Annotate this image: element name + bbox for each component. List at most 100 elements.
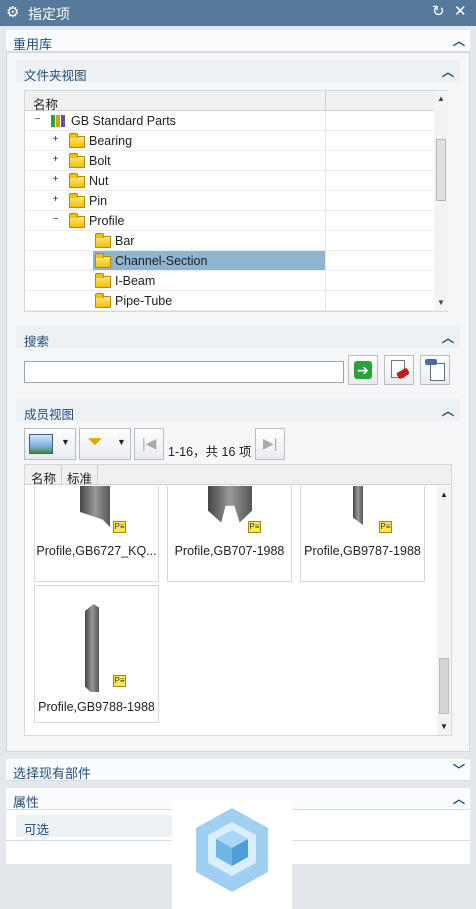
member-caption: Profile,GB9787-1988: [304, 544, 421, 558]
scroll-down-icon[interactable]: ▼: [437, 298, 445, 307]
member-card[interactable]: P≡ Profile,GB707-1988: [167, 486, 292, 582]
tree-row[interactable]: + Bearing: [25, 131, 434, 151]
tree-label: Channel-Section: [115, 254, 208, 268]
expand-icon[interactable]: +: [51, 155, 60, 165]
member-caption: Profile,GB707-1988: [174, 544, 285, 558]
arrow-right-icon: ➔: [354, 361, 372, 379]
properties-label: 属性: [13, 795, 40, 810]
advanced-search-button[interactable]: [384, 355, 414, 385]
chevron-up-icon[interactable]: ︿: [442, 402, 454, 419]
watermark-logo: [172, 800, 292, 909]
part-tag-icon: P≡: [113, 675, 126, 687]
folder-icon: [69, 173, 85, 189]
search-header[interactable]: 搜索 ︿: [16, 326, 460, 349]
tool-icon: [425, 359, 437, 365]
page-next-icon: ▶|: [263, 435, 278, 451]
tree-row[interactable]: I-Beam: [25, 271, 434, 291]
thumbnail-view-icon: [29, 434, 53, 454]
column-divider: [325, 171, 326, 191]
tree-scrollbar[interactable]: ▲ ▼: [434, 91, 448, 311]
part-tag-icon: P≡: [248, 521, 261, 533]
member-card[interactable]: P≡ Profile,GB9787-1988: [300, 486, 425, 582]
channel-section-thumbnail: [353, 486, 363, 525]
scroll-down-icon[interactable]: ▼: [440, 722, 448, 731]
column-divider: [325, 271, 326, 291]
search-label: 搜索: [24, 335, 50, 349]
member-column-name[interactable]: 名称: [31, 468, 56, 487]
pager-text: 1-16，共 16 项: [168, 445, 252, 459]
folder-icon: [95, 273, 111, 289]
next-page-button[interactable]: ▶|: [255, 428, 285, 460]
collapse-icon[interactable]: −: [33, 115, 42, 125]
scrollbar-thumb[interactable]: [436, 139, 446, 201]
column-divider: [325, 231, 326, 251]
member-column-standard[interactable]: 标准: [67, 468, 92, 487]
folder-view-label: 文件夹视图: [24, 69, 87, 83]
tree-row[interactable]: Channel-Section: [25, 251, 434, 271]
reset-icon[interactable]: ↻: [432, 2, 445, 20]
tree-row[interactable]: + Bolt: [25, 151, 434, 171]
scroll-up-icon[interactable]: ▲: [440, 490, 448, 499]
library-books-icon: [51, 115, 65, 130]
expand-icon[interactable]: +: [51, 175, 60, 185]
part-tag-icon: P≡: [113, 521, 126, 533]
member-card[interactable]: P≡ Profile,GB9788-1988: [34, 585, 159, 723]
member-view-header[interactable]: 成员视图 ︿: [16, 399, 460, 422]
gear-icon[interactable]: ⚙: [6, 3, 19, 21]
channel-section-thumbnail: [80, 486, 110, 527]
member-caption: Profile,GB9788-1988: [38, 700, 155, 714]
select-existing-header[interactable]: 选择现有部件 ﹀: [6, 759, 470, 781]
column-divider: [325, 91, 326, 111]
folder-icon: [69, 133, 85, 149]
list-icon: [430, 363, 445, 381]
chevron-up-icon[interactable]: ︿: [453, 790, 465, 807]
previous-page-button[interactable]: |◀: [134, 428, 164, 460]
column-divider: [325, 211, 326, 231]
filter-dropdown[interactable]: ⏷ ▼: [79, 428, 131, 460]
reuse-library-header[interactable]: 重用库 ︿: [6, 30, 470, 52]
column-divider: [325, 291, 326, 311]
column-divider: [325, 251, 326, 271]
tree-row[interactable]: Pipe-Tube: [25, 291, 434, 311]
expand-icon[interactable]: +: [51, 195, 60, 205]
search-input[interactable]: [24, 361, 344, 383]
view-mode-dropdown[interactable]: ▼: [24, 428, 76, 460]
collapse-icon[interactable]: −: [51, 215, 60, 225]
search-list-button[interactable]: [420, 355, 450, 385]
channel-section-thumbnail: [85, 604, 99, 692]
tree-label: GB Standard Parts: [71, 114, 176, 128]
chevron-up-icon[interactable]: ︿: [442, 63, 454, 80]
tree-row[interactable]: − Profile: [25, 211, 434, 231]
select-existing-label: 选择现有部件: [13, 766, 92, 781]
chevron-up-icon[interactable]: ︿: [442, 329, 454, 346]
search-go-button[interactable]: ➔: [348, 355, 378, 385]
folder-tree[interactable]: 名称 ▲ ▼ − GB Standard Parts + Bearing + Bolt + N…: [24, 90, 448, 312]
tree-row[interactable]: Bar: [25, 231, 434, 251]
optional-row[interactable]: 可选: [16, 815, 176, 837]
member-scrollbar[interactable]: ▲ ▼: [437, 486, 451, 735]
channel-section-thumbnail: [208, 486, 252, 523]
tree-row[interactable]: − GB Standard Parts: [25, 111, 434, 131]
member-card[interactable]: P≡ Profile,GB6727_KQ...: [34, 486, 159, 582]
member-list[interactable]: 名称 标准 P≡ Profile,GB6727_KQ... P≡ Profile…: [24, 464, 452, 736]
chevron-up-icon[interactable]: ︿: [453, 32, 465, 49]
close-icon[interactable]: ✕: [454, 2, 467, 20]
folder-icon: [95, 253, 111, 269]
tree-label: Nut: [89, 174, 109, 188]
folder-icon: [95, 233, 111, 249]
folder-icon: [69, 193, 85, 209]
tree-row[interactable]: + Pin: [25, 191, 434, 211]
reuse-library-label: 重用库: [13, 37, 53, 52]
scrollbar-thumb[interactable]: [439, 658, 449, 714]
tree-label: Pin: [89, 194, 108, 208]
chevron-down-icon[interactable]: ﹀: [453, 761, 465, 778]
part-tag-icon: P≡: [379, 521, 392, 533]
scroll-up-icon[interactable]: ▲: [437, 94, 445, 103]
member-caption: Profile,GB6727_KQ...: [36, 544, 157, 558]
column-divider: [97, 465, 98, 485]
folder-view-header[interactable]: 文件夹视图 ︿: [16, 60, 460, 83]
expand-icon[interactable]: +: [51, 135, 60, 145]
filter-icon: ⏷: [87, 431, 103, 453]
tree-row[interactable]: + Nut: [25, 171, 434, 191]
member-view-label: 成员视图: [24, 408, 75, 422]
